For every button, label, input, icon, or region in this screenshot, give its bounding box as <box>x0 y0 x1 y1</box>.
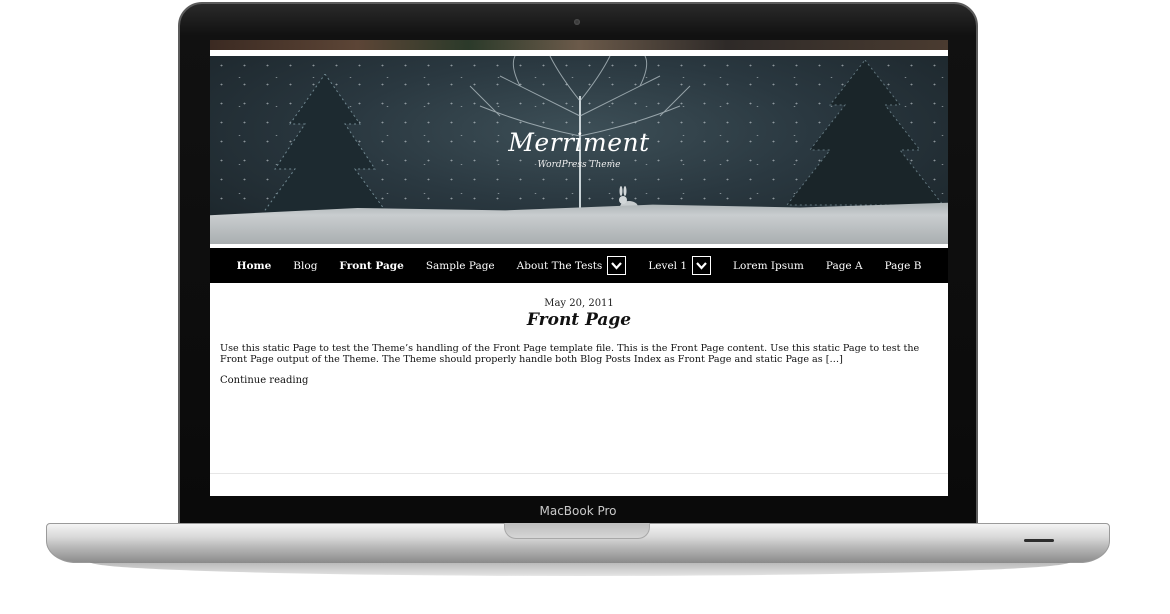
content-divider <box>210 473 948 474</box>
screen: Merriment WordPress Theme Home Blog Fron… <box>210 40 948 496</box>
nav-item-page-a[interactable]: Page A <box>815 260 874 272</box>
header-top-strip <box>210 40 948 50</box>
nav-item-lorem-ipsum[interactable]: Lorem Ipsum <box>722 260 815 272</box>
laptop-base-shadow <box>90 562 1070 576</box>
camera-icon <box>574 19 580 25</box>
post-date[interactable]: May 20, 2011 <box>210 298 948 309</box>
post-article: May 20, 2011 Front Page Use this static … <box>210 283 948 473</box>
nav-item-page-b[interactable]: Page B <box>874 260 933 272</box>
nav-item-about-the-tests-label: About The Tests <box>516 259 603 272</box>
post-title[interactable]: Front Page <box>210 310 948 330</box>
chevron-down-icon <box>611 261 623 270</box>
site-header: Merriment WordPress Theme <box>210 56 948 244</box>
nav-item-level-1-label: Level 1 <box>648 259 688 272</box>
site-tagline: WordPress Theme <box>537 160 621 170</box>
nav-item-about-the-tests[interactable]: About The Tests <box>506 256 638 275</box>
nav-item-level-1[interactable]: Level 1 <box>637 256 722 275</box>
chevron-down-icon <box>696 261 707 270</box>
main-navigation: Home Blog Front Page Sample Page About T… <box>210 248 948 283</box>
nav-item-front-page[interactable]: Front Page <box>328 260 414 272</box>
post-excerpt: Use this static Page to test the Theme’s… <box>220 343 920 365</box>
about-dropdown-toggle[interactable] <box>607 256 627 275</box>
device-label: MacBook Pro <box>539 504 617 518</box>
site-title[interactable]: Merriment <box>210 128 948 157</box>
laptop-notch <box>504 523 650 539</box>
continue-reading-link[interactable]: Continue reading <box>220 375 308 386</box>
level-1-dropdown-toggle[interactable] <box>692 256 712 275</box>
power-slot <box>1024 539 1054 542</box>
nav-item-home[interactable]: Home <box>226 260 283 272</box>
nav-item-blog[interactable]: Blog <box>282 260 328 272</box>
nav-item-sample-page[interactable]: Sample Page <box>415 260 506 272</box>
